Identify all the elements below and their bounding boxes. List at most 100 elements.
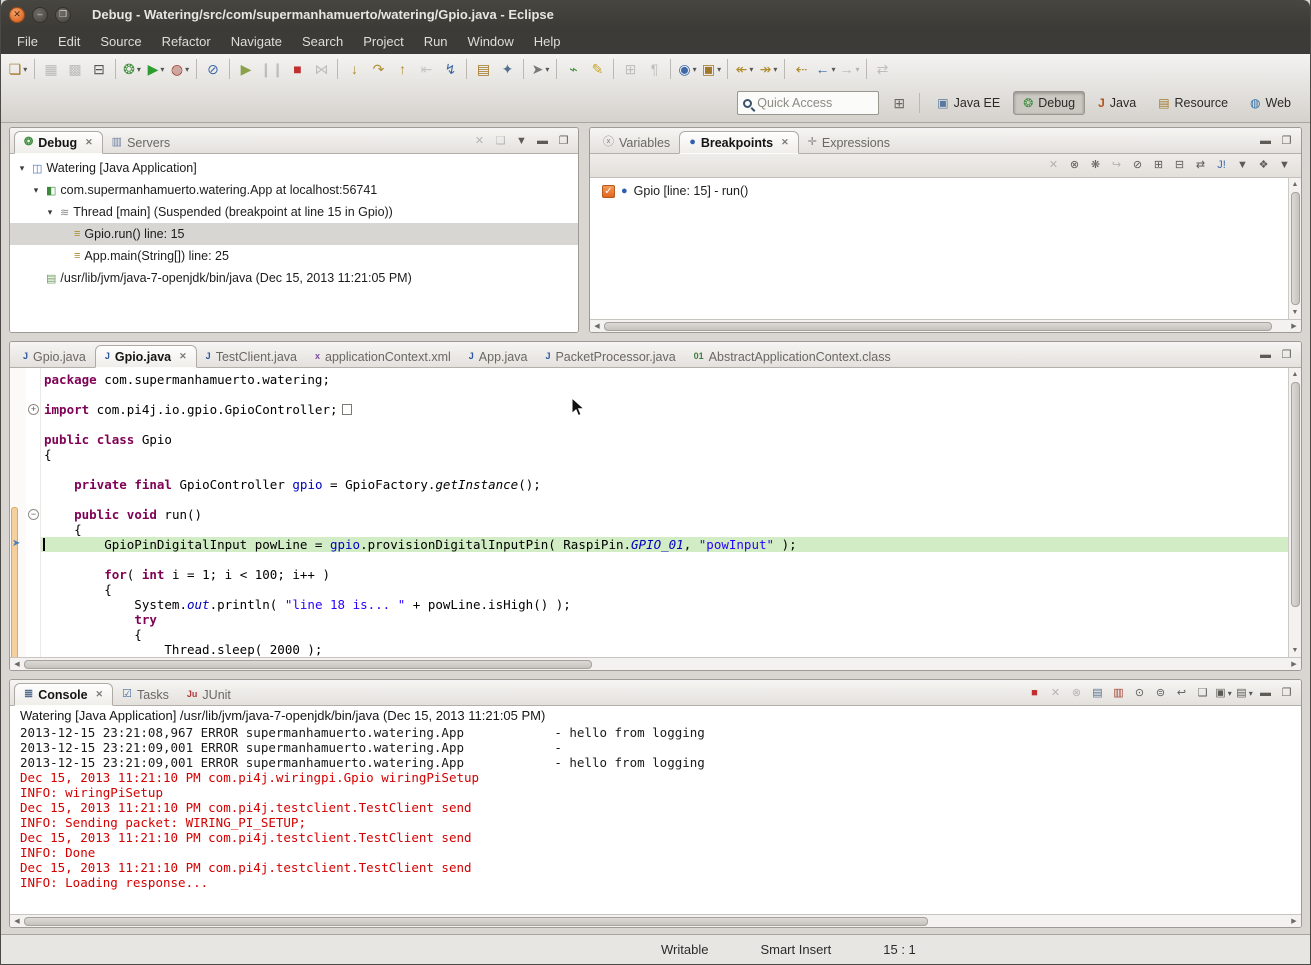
breakpoints-menu-button[interactable]: ▼: [1232, 156, 1253, 176]
open-task-button[interactable]: ▤: [471, 57, 495, 81]
expand-fold-icon[interactable]: +: [28, 404, 39, 415]
add-java-exception-breakpoint-button[interactable]: J!: [1211, 156, 1232, 176]
menu-navigate[interactable]: Navigate: [221, 30, 292, 53]
tab-gpio-java[interactable]: JGpio.java✕: [95, 345, 197, 368]
scroll-down-icon[interactable]: ▼: [1289, 306, 1302, 319]
minimize-button[interactable]: ▬: [1255, 345, 1276, 365]
collapsed-region-icon[interactable]: [342, 404, 352, 415]
quick-access-input[interactable]: [757, 96, 867, 110]
skip-all-breakpoints-button[interactable]: ⊘: [201, 57, 225, 81]
menu-project[interactable]: Project: [353, 30, 413, 53]
group-by-button[interactable]: ❖: [1253, 156, 1274, 176]
resume-button[interactable]: ▶: [234, 57, 258, 81]
view-menu-button[interactable]: ▼: [1274, 156, 1295, 176]
maximize-button[interactable]: ❒: [55, 7, 71, 23]
run-button[interactable]: ▶▾: [144, 57, 168, 81]
expand-arrow-icon[interactable]: ▾: [30, 185, 42, 196]
minimize-button[interactable]: ▬: [1255, 683, 1276, 703]
perspective-debug[interactable]: ❂Debug: [1013, 91, 1085, 115]
debug-tree-item[interactable]: ▾◧com.supermanhamuerto.watering.App at l…: [10, 179, 578, 201]
horizontal-scrollbar[interactable]: ◀ ▶: [10, 657, 1301, 670]
tab-app-java[interactable]: JApp.java: [460, 345, 537, 368]
menu-search[interactable]: Search: [292, 30, 353, 53]
maximize-button[interactable]: ❐: [1276, 683, 1297, 703]
scroll-right-icon[interactable]: ▶: [1287, 320, 1301, 333]
maximize-button[interactable]: ❐: [553, 131, 574, 151]
maximize-button[interactable]: ❐: [1276, 131, 1297, 151]
expand-arrow-icon[interactable]: ▾: [16, 163, 28, 174]
debug-tree-item[interactable]: ▾◫Watering [Java Application]: [10, 157, 578, 179]
quick-access-box[interactable]: [737, 91, 879, 115]
scrollbar-thumb[interactable]: [1291, 382, 1300, 607]
perspective-java-ee[interactable]: ▣Java EE: [928, 92, 1009, 114]
show-console-on-output-button[interactable]: ▤: [1087, 683, 1108, 703]
scroll-lock-button[interactable]: ⊜: [1150, 683, 1171, 703]
menu-run[interactable]: Run: [414, 30, 458, 53]
tab-packetprocessor-java[interactable]: JPacketProcessor.java: [536, 345, 684, 368]
display-selected-console-button[interactable]: ▣▾: [1213, 683, 1234, 703]
show-console-on-error-button[interactable]: ▥: [1108, 683, 1129, 703]
breakpoint-item[interactable]: ✓●Gpio [line: 15] - run(): [602, 184, 1288, 198]
close-icon[interactable]: ✕: [85, 137, 93, 148]
scroll-left-icon[interactable]: ◀: [590, 320, 604, 333]
debug-tree-item[interactable]: ≡App.main(String[]) line: 25: [10, 245, 578, 267]
vertical-scrollbar[interactable]: ▲ ▼: [1288, 368, 1301, 657]
scrollbar-thumb[interactable]: [24, 660, 592, 669]
scroll-left-icon[interactable]: ◀: [10, 915, 24, 928]
tab-gpio-java[interactable]: JGpio.java: [14, 345, 95, 368]
tab-abstractapplicationcontext-class[interactable]: 01AbstractApplicationContext.class: [685, 345, 900, 368]
scroll-up-icon[interactable]: ▲: [1289, 178, 1302, 191]
scroll-down-icon[interactable]: ▼: [1289, 644, 1302, 657]
close-icon[interactable]: ✕: [96, 689, 104, 700]
scrollbar-thumb[interactable]: [604, 322, 1272, 331]
terminate-button[interactable]: ■: [1024, 683, 1045, 703]
annotation-column[interactable]: ➤: [10, 368, 26, 657]
previous-annotation-button[interactable]: ↞▾: [732, 57, 756, 81]
new-class-button[interactable]: ◉▾: [675, 57, 699, 81]
search-button[interactable]: ✦: [495, 57, 519, 81]
open-console-button[interactable]: ▤▾: [1234, 683, 1255, 703]
plug-button[interactable]: ⌁: [561, 57, 585, 81]
tab-breakpoints[interactable]: ●Breakpoints✕: [679, 131, 798, 154]
debug-button[interactable]: ❂▾: [120, 57, 144, 81]
coverage-button[interactable]: ◍▾: [168, 57, 192, 81]
debug-tree-item[interactable]: ≡Gpio.run() line: 15: [10, 223, 578, 245]
close-icon[interactable]: ✕: [179, 351, 187, 362]
tab-expressions[interactable]: ✛Expressions: [799, 131, 899, 154]
print-button[interactable]: ⊟: [87, 57, 111, 81]
terminate-button[interactable]: ■: [285, 57, 309, 81]
perspective-java[interactable]: JJava: [1089, 92, 1145, 114]
external-tools-button[interactable]: ➤▾: [528, 57, 552, 81]
show-breakpoints-supported-button[interactable]: ❋: [1085, 156, 1106, 176]
code-area[interactable]: package com.supermanhamuerto.watering;im…: [41, 368, 1288, 657]
minimize-button[interactable]: ▬: [1255, 131, 1276, 151]
scrollbar-thumb[interactable]: [24, 917, 928, 926]
menu-file[interactable]: File: [7, 30, 48, 53]
perspective-web[interactable]: ◍Web: [1241, 92, 1300, 114]
perspective-resource[interactable]: ▤Resource: [1149, 92, 1237, 114]
new-package-button[interactable]: ▣▾: [699, 57, 723, 81]
next-annotation-button[interactable]: ↠▾: [756, 57, 780, 81]
expand-arrow-icon[interactable]: ▾: [44, 207, 56, 218]
collapse-all-button[interactable]: ⊟: [1169, 156, 1190, 176]
menu-refactor[interactable]: Refactor: [152, 30, 221, 53]
tab-testclient-java[interactable]: JTestClient.java: [197, 345, 306, 368]
step-over-button[interactable]: ↷: [366, 57, 390, 81]
horizontal-scrollbar[interactable]: ◀ ▶: [10, 914, 1301, 927]
open-perspective-button[interactable]: ⊞: [887, 91, 911, 115]
mark-occurrences-button[interactable]: ✎: [585, 57, 609, 81]
new-wizard-button[interactable]: ❏▾: [6, 57, 30, 81]
tab-debug[interactable]: ❂Debug✕: [14, 131, 103, 154]
menu-window[interactable]: Window: [458, 30, 524, 53]
tab-console[interactable]: ≣Console✕: [14, 683, 113, 706]
remove-all-breakpoints-button[interactable]: ⊗: [1064, 156, 1085, 176]
horizontal-scrollbar[interactable]: ◀ ▶: [590, 319, 1301, 332]
expand-all-button[interactable]: ⊞: [1148, 156, 1169, 176]
step-return-button[interactable]: ↑: [390, 57, 414, 81]
minimize-button[interactable]: –: [32, 7, 48, 23]
fold-column[interactable]: +−: [26, 368, 41, 657]
word-wrap-button[interactable]: ↩: [1171, 683, 1192, 703]
debug-tree-item[interactable]: ▾≋Thread [main] (Suspended (breakpoint a…: [10, 201, 578, 223]
maximize-button[interactable]: ❐: [1276, 345, 1297, 365]
scroll-right-icon[interactable]: ▶: [1287, 915, 1301, 928]
